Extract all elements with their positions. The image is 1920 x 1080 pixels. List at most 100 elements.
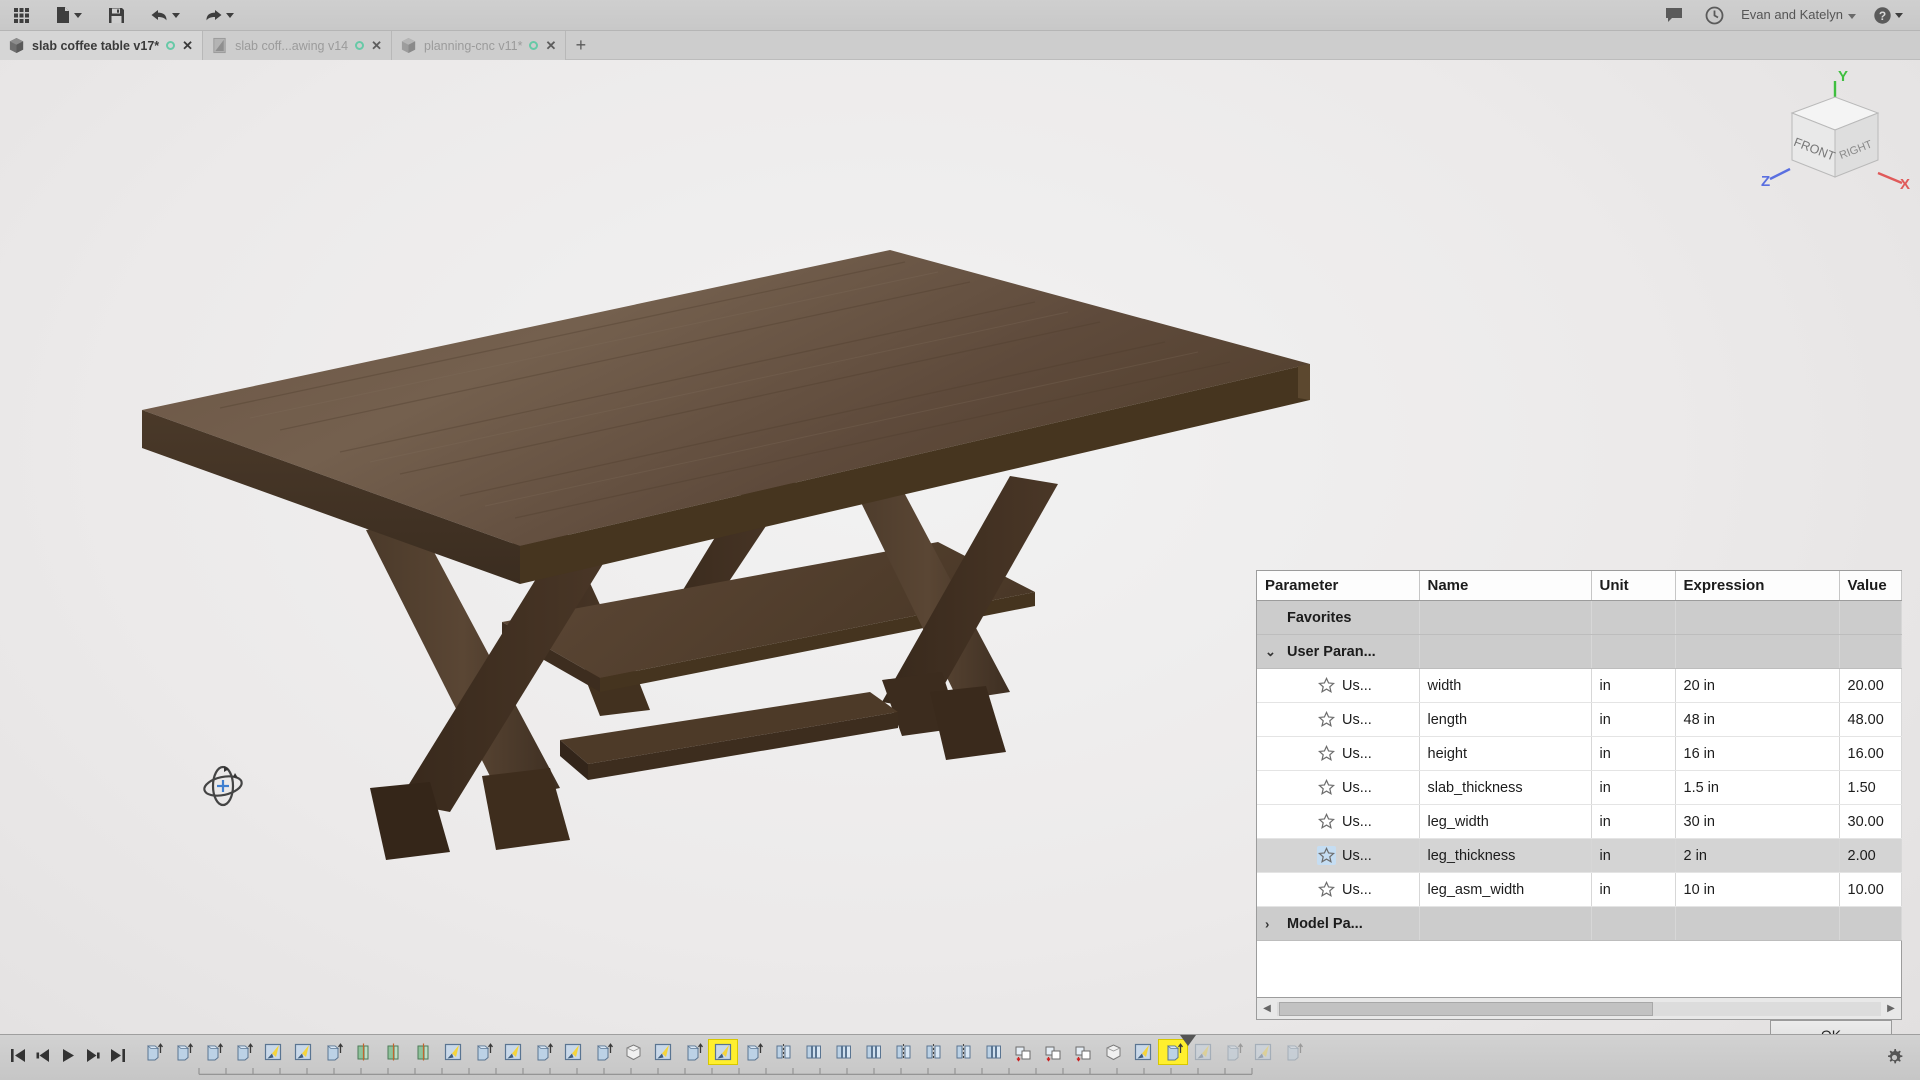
timeline-playhead[interactable] [1180,1034,1196,1046]
sync-pending-icon[interactable] [355,41,365,50]
parameter-name-cell[interactable]: slab_thickness [1419,770,1592,805]
new-file-button[interactable] [52,2,85,28]
timeline-feature-combine-30[interactable] [1038,1039,1068,1065]
chevron-down-icon[interactable]: ⌄ [1265,644,1276,660]
parameter-name-cell[interactable]: height [1419,736,1592,771]
timeline-feature-mirror-21[interactable] [768,1039,798,1065]
column-header-value[interactable]: Value [1839,571,1902,601]
3d-viewport[interactable]: Y Z X FRONT RIGHT Parameter Name Unit Ex… [0,60,1920,1034]
timeline-feature-extrude-15[interactable] [588,1039,618,1065]
timeline-feature-mirror-26[interactable] [918,1039,948,1065]
timeline-feature-pattern-23[interactable] [828,1039,858,1065]
timeline-feature-sketch-5[interactable] [288,1039,318,1065]
parameter-expression-cell[interactable]: 48 in [1675,702,1840,737]
favorite-star-icon[interactable] [1317,846,1336,865]
help-dropdown-caret[interactable] [1895,12,1903,18]
table-row[interactable]: Us... slab_thickness in 1.5 in 1.50 [1257,770,1902,805]
table-row-selected[interactable]: Us... leg_thickness in 2 in 2.00 [1257,838,1902,873]
sync-pending-icon[interactable] [529,41,539,50]
scroll-right-arrow-icon[interactable]: ▶ [1883,1003,1899,1014]
table-row-user-parameters-group[interactable]: ⌄ User Paran... [1257,634,1902,669]
timeline-feature-extrude-2[interactable] [198,1039,228,1065]
timeline-feature-extrude-3[interactable] [228,1039,258,1065]
timeline-feature-pattern-28[interactable] [978,1039,1008,1065]
parameter-unit-cell[interactable]: in [1591,872,1676,907]
timeline-settings-button[interactable] [1885,1048,1920,1067]
timeline-feature-sketch-10[interactable] [438,1039,468,1065]
clock-icon[interactable] [1701,2,1727,28]
skip-to-start-icon[interactable] [10,1048,26,1068]
favorite-star-icon[interactable] [1317,744,1336,763]
tab-slab-coffee-table-drawing[interactable]: slab coff...awing v14 ✕ [203,31,392,60]
timeline-feature-extrude-20[interactable] [738,1039,768,1065]
timeline-feature-extrude-13[interactable] [528,1039,558,1065]
scrollbar-thumb[interactable] [1279,1001,1654,1016]
parameter-expression-cell[interactable]: 2 in [1675,838,1840,873]
timeline-feature-mirror-25[interactable] [888,1039,918,1065]
favorite-star-icon[interactable] [1317,812,1336,831]
user-menu-caret-icon[interactable] [1848,14,1856,19]
table-row[interactable]: Us... height in 16 in 16.00 [1257,736,1902,771]
timeline-feature-box-32[interactable] [1098,1039,1128,1065]
favorite-star-icon[interactable] [1317,778,1336,797]
parameter-unit-cell[interactable]: in [1591,770,1676,805]
save-button[interactable] [103,2,129,28]
timeline-feature-extrude-18[interactable] [678,1039,708,1065]
timeline-feature-combine-31[interactable] [1068,1039,1098,1065]
undo-button[interactable] [147,2,183,28]
scroll-left-arrow-icon[interactable]: ◀ [1259,1003,1275,1014]
timeline-feature-pattern-24[interactable] [858,1039,888,1065]
parameter-name-cell[interactable]: leg_width [1419,804,1592,839]
timeline-feature-box-16[interactable] [618,1039,648,1065]
timeline-feature-revolve-8[interactable] [378,1039,408,1065]
user-account-menu[interactable]: Evan and Katelyn [1741,6,1856,24]
parameter-unit-cell[interactable]: in [1591,838,1676,873]
coffee-table-model[interactable] [130,240,1380,960]
timeline-feature-sketch-19[interactable] [708,1038,738,1065]
parameter-unit-cell[interactable]: in [1591,668,1676,703]
parameter-expression-cell[interactable]: 30 in [1675,804,1840,839]
parameter-unit-cell[interactable]: in [1591,804,1676,839]
column-header-parameter[interactable]: Parameter [1257,571,1420,601]
timeline-feature-extrude-0[interactable] [138,1039,168,1065]
parameter-unit-cell[interactable]: in [1591,736,1676,771]
view-cube[interactable]: Y Z X FRONT RIGHT [1760,65,1910,195]
chevron-right-icon[interactable]: › [1265,916,1269,931]
timeline-feature-extrude-1[interactable] [168,1039,198,1065]
play-icon[interactable] [60,1048,76,1068]
parameters-dialog[interactable]: Parameter Name Unit Expression Value Fav… [1256,570,1902,1034]
tab-slab-coffee-table[interactable]: slab coffee table v17* ✕ [0,31,204,60]
table-row[interactable]: Us... length in 48 in 48.00 [1257,702,1902,737]
step-back-icon[interactable] [35,1048,51,1068]
parameter-name-cell[interactable]: width [1419,668,1592,703]
timeline-feature-extrude-36[interactable] [1218,1039,1248,1065]
timeline-feature-extrude-11[interactable] [468,1039,498,1065]
favorite-star-icon[interactable] [1317,880,1336,899]
timeline-feature-extrude-38[interactable] [1278,1039,1308,1065]
ok-button[interactable]: OK [1770,1020,1892,1034]
table-row[interactable]: Us... leg_width in 30 in 30.00 [1257,804,1902,839]
timeline-feature-combine-29[interactable] [1008,1039,1038,1065]
undo-dropdown-caret[interactable] [172,12,180,18]
table-row[interactable]: Us... width in 20 in 20.00 [1257,668,1902,703]
timeline-feature-sketch-4[interactable] [258,1039,288,1065]
new-file-dropdown-caret[interactable] [74,12,82,18]
help-menu[interactable]: ? [1870,2,1906,28]
step-forward-icon[interactable] [85,1048,101,1068]
timeline-feature-revolve-7[interactable] [348,1039,378,1065]
redo-dropdown-caret[interactable] [226,12,234,18]
timeline-feature-revolve-9[interactable] [408,1039,438,1065]
timeline-feature-sketch-12[interactable] [498,1039,528,1065]
comment-icon[interactable] [1661,2,1687,28]
tab-close-icon[interactable]: ✕ [182,39,193,52]
parameter-unit-cell[interactable]: in [1591,702,1676,737]
column-header-unit[interactable]: Unit [1591,571,1676,601]
sync-pending-icon[interactable] [166,41,176,50]
scrollbar-track[interactable] [1277,1001,1881,1016]
parameter-expression-cell[interactable]: 16 in [1675,736,1840,771]
parameter-name-cell[interactable]: length [1419,702,1592,737]
timeline-feature-sketch-14[interactable] [558,1039,588,1065]
parameters-horizontal-scrollbar[interactable]: ◀ ▶ [1256,998,1902,1020]
timeline-feature-sketch-33[interactable] [1128,1039,1158,1065]
timeline-feature-list[interactable] [138,1038,1308,1065]
